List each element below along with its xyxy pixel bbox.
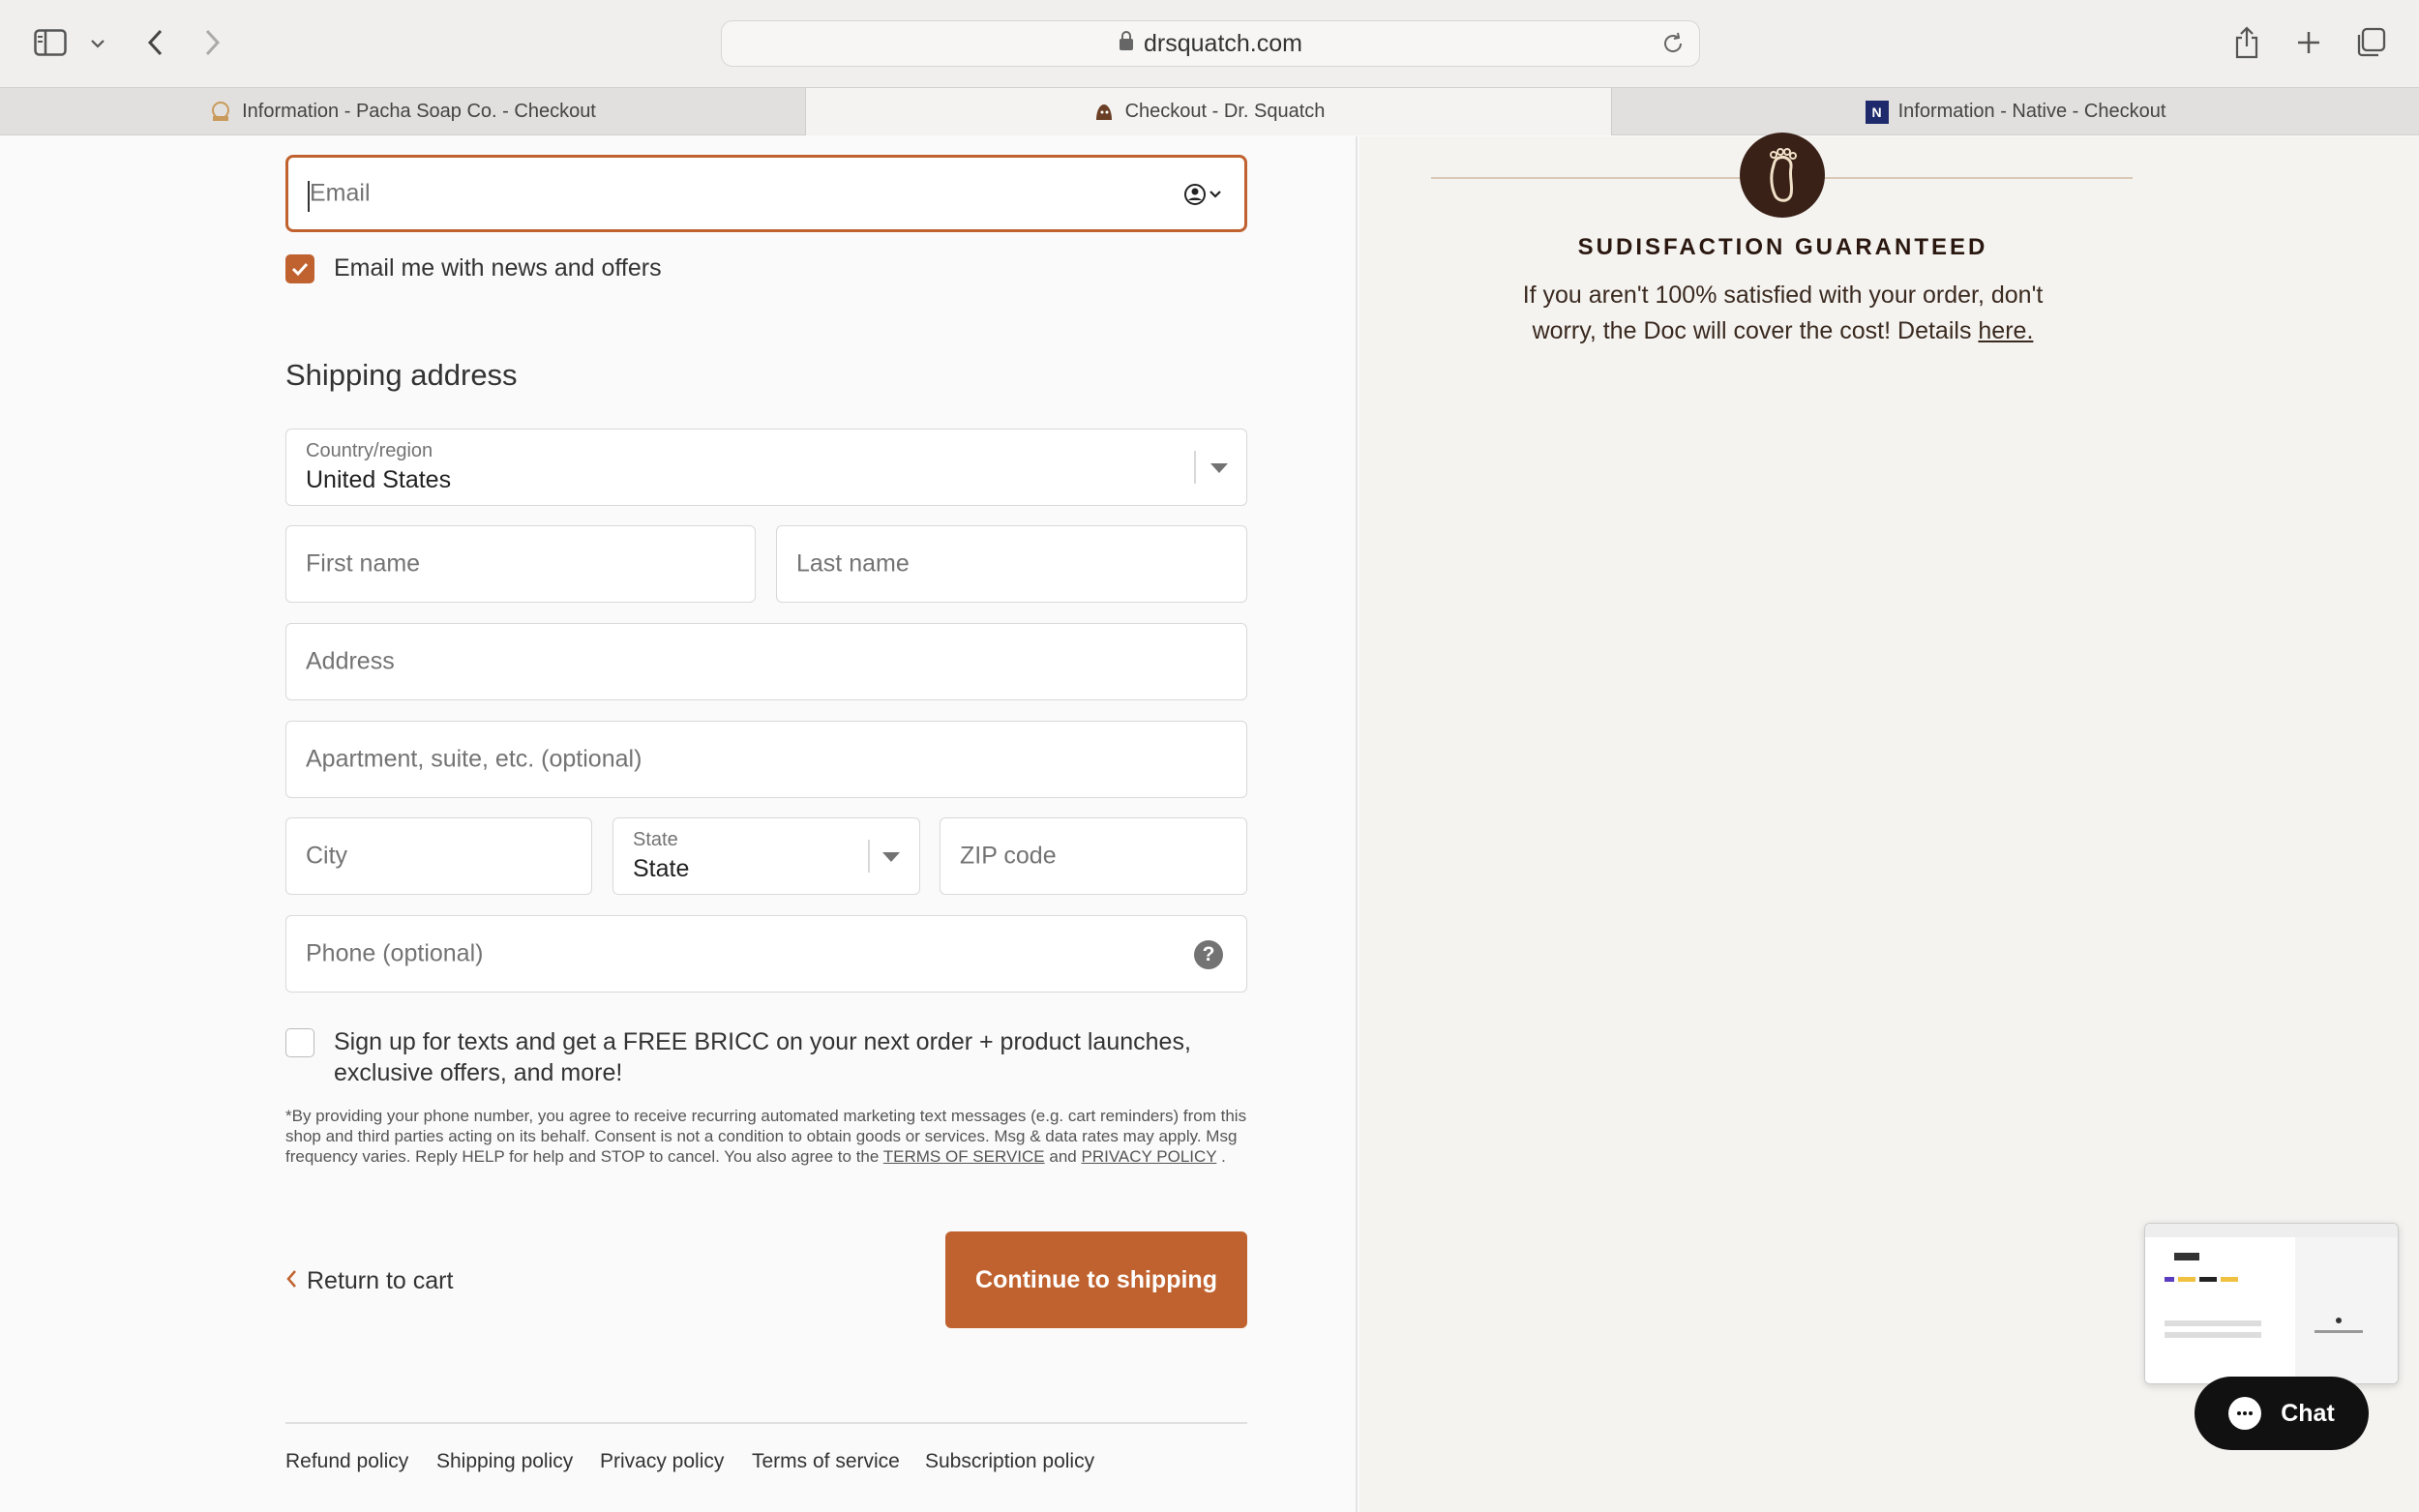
zip-placeholder: ZIP code [960,842,1057,870]
footer-divider [285,1422,1247,1424]
last-name-field[interactable]: Last name [776,525,1247,603]
sms-disclaimer: *By providing your phone number, you agr… [285,1106,1253,1167]
browser-toolbar: drsquatch.com [0,0,2419,87]
guarantee-text: If you aren't 100% satisfied with your o… [1522,282,2044,344]
news-checkbox-label: Email me with news and offers [334,254,662,282]
sms-checkbox-label-line2: exclusive offers, and more! [334,1059,623,1086]
phone-placeholder: Phone (optional) [306,939,484,967]
url-text: drsquatch.com [1144,29,1302,57]
country-label: Country/region [306,440,433,461]
sidebar-toggle-icon[interactable] [33,27,68,58]
terms-of-service-footer-link[interactable]: Terms of service [752,1450,900,1473]
zip-field[interactable]: ZIP code [940,817,1247,895]
reload-icon[interactable] [1660,31,1686,63]
apartment-field[interactable]: Apartment, suite, etc. (optional) [285,721,1247,798]
period-text: . [1221,1147,1226,1166]
chat-button[interactable]: Chat [2195,1377,2369,1450]
terms-of-service-link[interactable]: TERMS OF SERVICE [883,1147,1045,1166]
city-field[interactable]: City [285,817,592,895]
email-placeholder: Email [310,179,371,207]
bigfoot-badge-icon [1740,133,1825,218]
tab-label: Checkout - Dr. Squatch [1124,101,1326,122]
forward-icon[interactable] [199,25,226,60]
state-select[interactable]: State State [612,817,920,895]
pacha-favicon-icon [209,101,232,124]
tab-native[interactable]: N Information - Native - Checkout [1612,88,2419,135]
return-to-cart-label: Return to cart [307,1267,454,1294]
country-select[interactable]: Country/region United States [285,429,1247,506]
tab-overview-icon[interactable] [2353,25,2388,60]
chevron-left-icon [285,1269,297,1293]
first-name-placeholder: First name [306,549,421,578]
subscription-policy-link[interactable]: Subscription policy [925,1450,1094,1473]
chevron-down-icon [882,852,900,862]
and-text: and [1049,1147,1077,1166]
chevron-down-icon [1210,463,1228,473]
share-icon[interactable] [2231,23,2262,62]
country-value: United States [306,466,452,493]
back-icon[interactable] [141,25,168,60]
autofill-contact-icon[interactable] [1184,183,1223,211]
chat-label: Chat [2281,1399,2335,1427]
tab-bar: Information - Pacha Soap Co. - Checkout … [0,87,2419,135]
phone-field[interactable]: Phone (optional) ? [285,915,1247,993]
privacy-policy-link[interactable]: PRIVACY POLICY [1081,1147,1216,1166]
screenshot-thumbnail[interactable] [2144,1223,2399,1384]
new-tab-icon[interactable] [2293,27,2324,58]
guarantee-details-link[interactable]: here. [1978,317,2033,344]
guarantee-title: SUDISFACTION GUARANTEED [1577,234,1988,260]
address-placeholder: Address [306,647,395,675]
address-bar[interactable]: drsquatch.com [721,20,1700,67]
sms-checkbox[interactable] [285,1028,314,1057]
state-label: State [633,829,678,850]
city-placeholder: City [306,842,348,870]
lock-icon [1119,30,1134,58]
shipping-address-heading: Shipping address [285,358,518,392]
guarantee-text-block: If you aren't 100% satisfied with your o… [1500,278,2066,349]
shipping-policy-link[interactable]: Shipping policy [436,1450,573,1473]
native-favicon-icon: N [1865,100,1889,124]
state-value: State [633,855,690,882]
help-icon[interactable]: ? [1194,940,1223,969]
select-divider [1194,451,1196,484]
refund-policy-link[interactable]: Refund policy [285,1450,408,1473]
return-to-cart-link[interactable]: Return to cart [285,1267,453,1295]
news-checkbox[interactable] [285,254,314,283]
chat-bubble-icon [2228,1397,2262,1430]
last-name-placeholder: Last name [796,549,910,578]
privacy-policy-footer-link[interactable]: Privacy policy [600,1450,724,1473]
chevron-down-icon[interactable] [87,33,108,54]
first-name-field[interactable]: First name [285,525,756,603]
drsquatch-favicon-icon [1092,101,1116,124]
address-field[interactable]: Address [285,623,1247,700]
tab-pacha[interactable]: Information - Pacha Soap Co. - Checkout [0,88,806,135]
email-field[interactable]: Email [285,155,1247,232]
continue-to-shipping-button[interactable]: Continue to shipping [945,1231,1247,1328]
select-divider [868,840,870,873]
tab-label: Information - Native - Checkout [1897,101,2166,122]
tab-label: Information - Pacha Soap Co. - Checkout [242,101,596,122]
tab-drsquatch[interactable]: Checkout - Dr. Squatch [806,88,1612,135]
sms-checkbox-label-line1: Sign up for texts and get a FREE BRICC o… [334,1028,1191,1055]
apartment-placeholder: Apartment, suite, etc. (optional) [306,745,642,773]
